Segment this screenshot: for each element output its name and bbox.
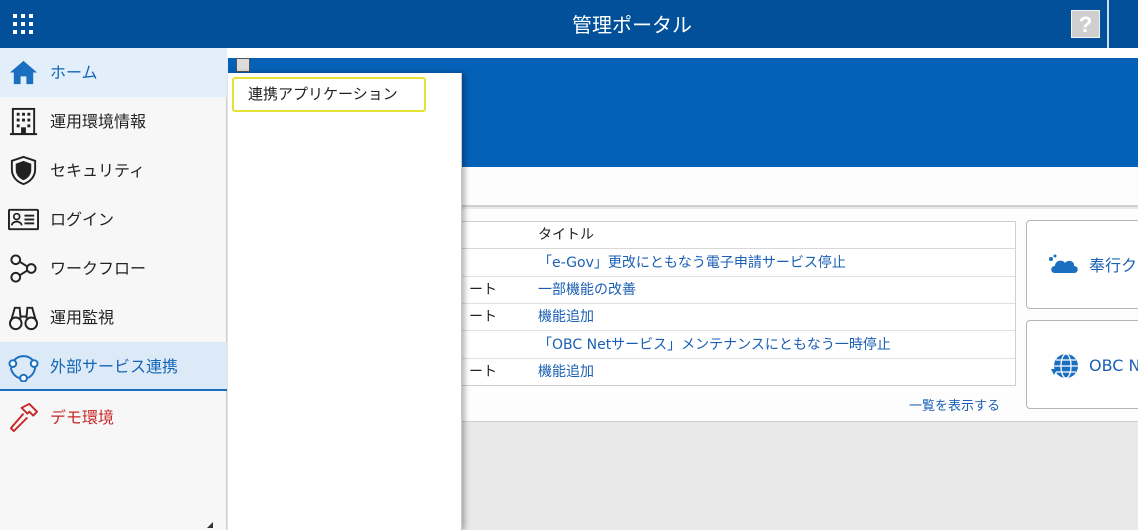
news-title-link[interactable]: 機能追加 [538, 359, 594, 386]
news-title-link[interactable]: 「OBC Netサービス」メンテナンスにともなう一時停止 [538, 332, 891, 359]
building-icon [9, 107, 38, 136]
hammer-icon [9, 402, 39, 433]
sidebar-item-label: ホーム [50, 63, 98, 82]
news-title-link[interactable]: 機能追加 [538, 304, 594, 331]
page-title: 管理ポータル [572, 13, 692, 37]
help-button[interactable]: ? [1071, 10, 1100, 38]
news-category: ート [469, 282, 497, 298]
news-category: ート [469, 309, 497, 325]
sidebar-item-label: デモ環境 [50, 408, 115, 427]
service-card-label: 奉行ク [1089, 256, 1138, 275]
sidebar-item-label: ログイン [50, 210, 115, 229]
cloud-icon [1049, 254, 1078, 273]
workflow-icon [10, 254, 37, 283]
collapse-sidebar-icon[interactable] [207, 522, 213, 528]
column-title: タイトル [538, 227, 594, 243]
service-card-label: OBC N [1089, 356, 1138, 375]
sidebar-item-label: ワークフロー [50, 259, 147, 278]
submenu-item-linked-applications[interactable]: 連携アプリケーション [232, 77, 426, 112]
globe-icon [1051, 353, 1078, 379]
sidebar-item-demo[interactable]: デモ環境 [0, 393, 227, 442]
home-icon [9, 60, 38, 85]
sidebar-item-security[interactable]: セキュリティ [0, 146, 227, 195]
sidebar-item-monitoring[interactable]: 運用監視 [0, 293, 227, 342]
sidebar-item-home[interactable]: ホーム [0, 48, 227, 97]
binoculars-icon [8, 306, 39, 331]
show-all-link[interactable]: 一覧を表示する [909, 395, 1000, 414]
id-card-icon [8, 208, 39, 231]
service-card-bugyo-cloud[interactable]: 奉行ク [1026, 220, 1138, 309]
sidebar-item-label: 運用監視 [50, 308, 115, 327]
sidebar-item-label: セキュリティ [50, 161, 146, 180]
banner-checkbox[interactable] [236, 58, 250, 72]
app-header: 管理ポータル ? [0, 0, 1138, 48]
sidebar-item-label: 運用環境情報 [50, 112, 147, 131]
shield-icon [10, 155, 37, 186]
sidebar-item-environment[interactable]: 運用環境情報 [0, 97, 227, 146]
sidebar-item-workflow[interactable]: ワークフロー [0, 244, 227, 293]
news-title-link[interactable]: 一部機能の改善 [538, 277, 636, 304]
sidebar-item-external-services[interactable]: 外部サービス連携 [0, 342, 227, 391]
submenu-flyout: 連携アプリケーション [228, 73, 462, 530]
service-card-obc-net[interactable]: OBC N [1026, 320, 1138, 409]
sidebar-item-login[interactable]: ログイン [0, 195, 227, 244]
sidebar-item-label: 外部サービス連携 [50, 357, 179, 376]
news-category: ート [469, 364, 497, 380]
header-divider [1107, 0, 1109, 48]
link-circle-icon [8, 355, 39, 382]
news-title-link[interactable]: 「e-Gov」更改にともなう電子申請サービス停止 [538, 250, 846, 277]
sidebar: ホーム 運用環境情報 セキュリティ ログイン ワークフロー 運用監視 外部サービ… [0, 48, 227, 530]
